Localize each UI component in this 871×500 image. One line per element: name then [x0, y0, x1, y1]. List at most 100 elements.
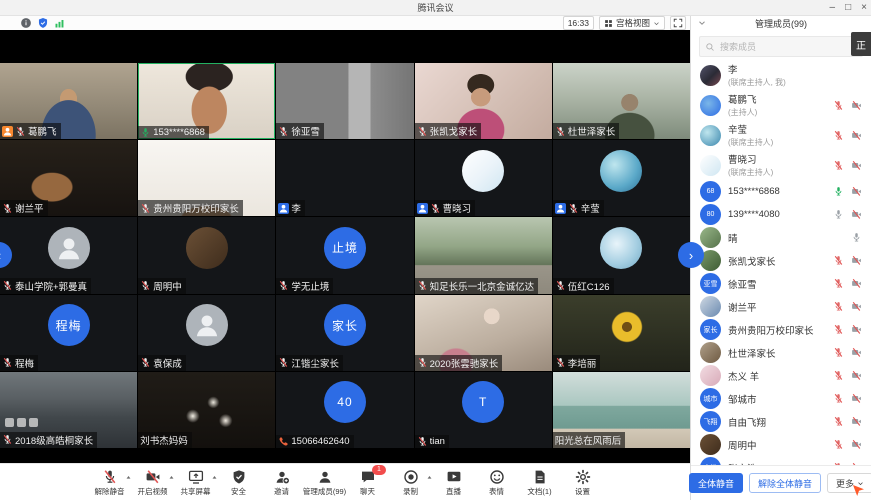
member-row[interactable]: 晴 [691, 226, 871, 249]
video-tile[interactable]: 2020张雲驰家长 [415, 295, 552, 371]
fullscreen-button[interactable] [670, 16, 686, 30]
toolbar-item-chat[interactable]: 1聊天 [346, 468, 389, 497]
video-tile[interactable]: 徐亚雪 [276, 63, 413, 139]
member-row[interactable]: 文浩张文浩 [691, 456, 871, 465]
member-row[interactable]: 辛莹(联席主持人) [691, 120, 871, 150]
member-row[interactable]: 谢兰平 [691, 295, 871, 318]
meeting-info-icon[interactable] [20, 17, 32, 29]
maximize-button[interactable]: □ [845, 0, 851, 15]
view-mode-button[interactable]: 宫格视图 [599, 16, 665, 30]
video-tile[interactable]: 家长江锴尘家长 [276, 295, 413, 371]
member-camera-off-icon[interactable] [851, 186, 862, 197]
member-camera-off-icon[interactable] [851, 301, 862, 312]
video-tile[interactable]: 泰山学院+郭曼真 [0, 217, 137, 293]
video-tile[interactable]: 李 [276, 140, 413, 216]
security-shield-icon[interactable] [37, 17, 49, 29]
video-tile[interactable]: 知足长乐一北京金诚亿达 [415, 217, 552, 293]
member-row[interactable]: 80139****4080 [691, 203, 871, 226]
member-row[interactable]: 家长贵州贵阳万校印家长 [691, 318, 871, 341]
video-tile[interactable]: 曹晓习 [415, 140, 552, 216]
participant-avatar: 40 [324, 381, 366, 423]
member-row[interactable]: 曹晓习(联席主持人) [691, 150, 871, 180]
member-mic-muted-icon[interactable] [833, 301, 844, 312]
member-camera-off-icon[interactable] [851, 347, 862, 358]
toolbar-item-mic[interactable]: 解除静音 [88, 468, 131, 497]
member-row[interactable]: 杜世泽家长 [691, 341, 871, 364]
member-mic-muted-icon[interactable] [833, 278, 844, 289]
unmute-all-button[interactable]: 解除全体静音 [749, 473, 821, 493]
member-mic-icon[interactable] [833, 209, 844, 220]
video-tile[interactable]: 李培丽 [553, 295, 690, 371]
member-mic-muted-icon[interactable] [833, 130, 844, 141]
mute-all-button[interactable]: 全体静音 [689, 473, 743, 493]
member-mic-muted-icon[interactable] [833, 100, 844, 111]
video-tile[interactable]: 4015066462640 [276, 372, 413, 448]
member-camera-off-icon[interactable] [851, 209, 862, 220]
member-mic-icon[interactable] [851, 232, 862, 243]
video-tile[interactable]: 辛莹 [553, 140, 690, 216]
video-tile[interactable]: 杜世泽家长 [553, 63, 690, 139]
video-tile[interactable]: 贵州贵阳万校印家长 [138, 140, 275, 216]
member-mic-muted-icon[interactable] [833, 324, 844, 335]
member-mic-muted-icon[interactable] [833, 439, 844, 450]
video-tile[interactable]: 周明中 [138, 217, 275, 293]
toolbar-item-live[interactable]: 直播 [432, 468, 475, 497]
video-tile[interactable]: 伍红C126 [553, 217, 690, 293]
minimize-button[interactable]: – [830, 0, 836, 15]
member-camera-off-icon[interactable] [851, 370, 862, 381]
video-tile[interactable]: Ttian [415, 372, 552, 448]
member-search[interactable] [699, 36, 863, 57]
member-camera-off-icon[interactable] [851, 416, 862, 427]
toolbar-item-members[interactable]: 管理成员(99) [303, 468, 346, 497]
toolbar-item-security[interactable]: 安全 [217, 468, 260, 497]
toolbar-item-camera[interactable]: 开启视频 [131, 468, 174, 497]
member-camera-off-icon[interactable] [851, 255, 862, 266]
video-tile[interactable]: 止境学无止境 [276, 217, 413, 293]
video-tile[interactable]: 谢兰平 [0, 140, 137, 216]
tile-nameplate: 学无止境 [276, 278, 333, 294]
member-row[interactable]: 周明中 [691, 433, 871, 456]
member-mic-muted-icon[interactable] [833, 370, 844, 381]
video-tile[interactable]: 程梅程梅 [0, 295, 137, 371]
video-tile[interactable]: 阳光总在风雨后 [553, 372, 690, 448]
member-camera-off-icon[interactable] [851, 278, 862, 289]
member-list[interactable]: 李(联席主持人, 我)葛鹏飞(主持人)辛莹(联席主持人)曹晓习(联席主持人)68… [691, 60, 871, 465]
next-page-arrow-icon[interactable]: › [678, 242, 704, 268]
close-button[interactable]: × [861, 0, 867, 15]
toolbar-item-share[interactable]: 共享屏幕 [174, 468, 217, 497]
member-row[interactable]: 68153****6868 [691, 180, 871, 203]
toolbar-item-docs[interactable]: 文档(1) [518, 468, 561, 497]
member-row[interactable]: 葛鹏飞(主持人) [691, 90, 871, 120]
member-mic-muted-icon[interactable] [833, 393, 844, 404]
video-tile[interactable]: 刘书杰妈妈 [138, 372, 275, 448]
member-camera-off-icon[interactable] [851, 160, 862, 171]
member-row[interactable]: 城市邹城市 [691, 387, 871, 410]
member-row[interactable]: 张凯戈家长 [691, 249, 871, 272]
member-mic-muted-icon[interactable] [833, 347, 844, 358]
member-mic-muted-icon[interactable] [833, 255, 844, 266]
search-input[interactable] [718, 41, 842, 53]
member-mic-muted-icon[interactable] [833, 416, 844, 427]
live-icon [446, 469, 462, 485]
member-row[interactable]: 杰义 羊 [691, 364, 871, 387]
video-tile[interactable]: 袁保成 [138, 295, 275, 371]
toolbar-item-settings[interactable]: 设置 [561, 468, 604, 497]
member-camera-off-icon[interactable] [851, 393, 862, 404]
video-tile[interactable]: 153****6868 [138, 63, 275, 139]
member-row[interactable]: 李(联席主持人, 我) [691, 60, 871, 90]
member-camera-off-icon[interactable] [851, 439, 862, 450]
member-camera-off-icon[interactable] [851, 100, 862, 111]
toolbar-item-invite[interactable]: 邀请 [260, 468, 303, 497]
video-tile[interactable]: 张凯戈家长 [415, 63, 552, 139]
member-mic-active-icon[interactable] [833, 186, 844, 197]
member-camera-off-icon[interactable] [851, 324, 862, 335]
member-mic-muted-icon[interactable] [833, 160, 844, 171]
collapse-chevron-icon[interactable] [697, 18, 707, 28]
video-tile[interactable]: 2018级高皓桐家长 [0, 372, 137, 448]
member-row[interactable]: 亚雪徐亚雪 [691, 272, 871, 295]
toolbar-item-record[interactable]: 录制 [389, 468, 432, 497]
video-tile[interactable]: 葛鹏飞 [0, 63, 137, 139]
member-row[interactable]: 飞翔自由飞翔 [691, 410, 871, 433]
member-camera-off-icon[interactable] [851, 130, 862, 141]
toolbar-item-emoji[interactable]: 表情 [475, 468, 518, 497]
